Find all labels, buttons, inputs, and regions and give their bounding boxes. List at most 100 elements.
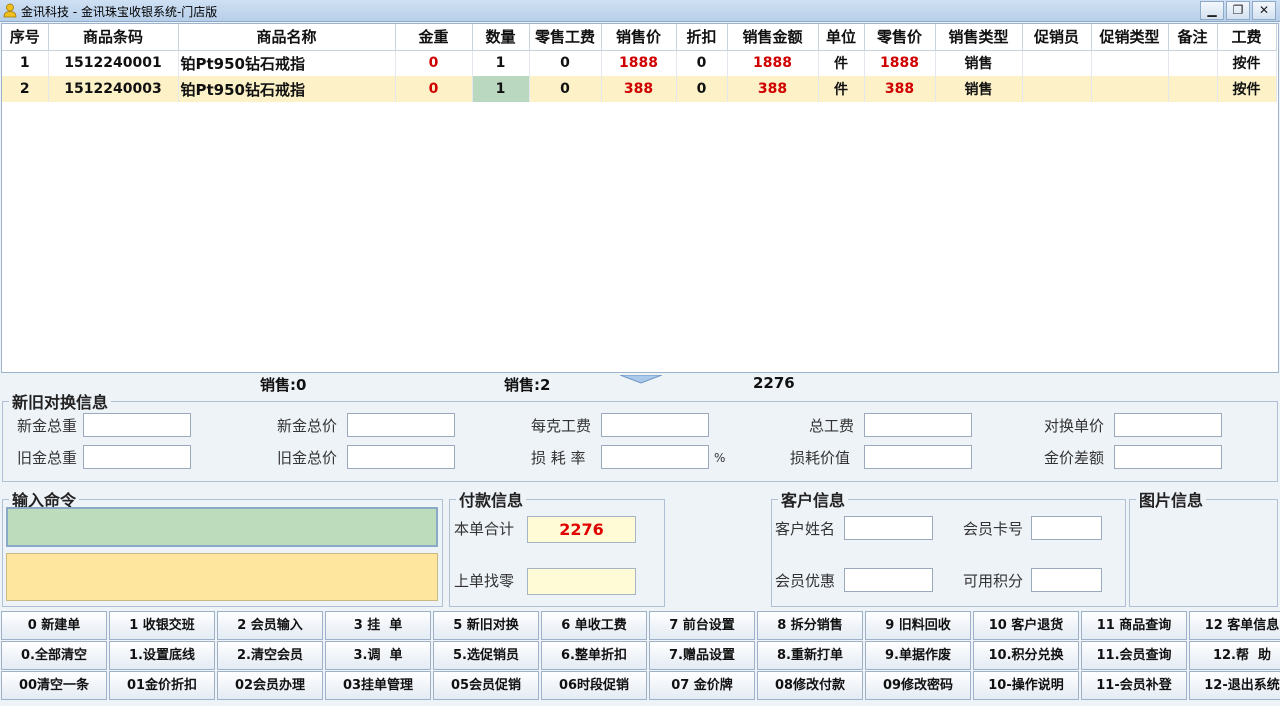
command-message-area[interactable] bbox=[6, 553, 438, 601]
table-cell[interactable]: 0 bbox=[676, 50, 728, 76]
table-row[interactable]: 2 1512240003 铂Pt950钻石戒指 0 1 0 388 0 388 件 388 销售 按件 bbox=[2, 76, 1277, 102]
sales-grid[interactable]: 序号 商品条码 商品名称 金重 数量 零售工费 销售价 折扣 销售金额 单位 零售价 销售类型 促销员促… bbox=[1, 23, 1279, 373]
table-cell[interactable]: 388 bbox=[727, 76, 819, 102]
restore-button[interactable]: ❐ bbox=[1226, 1, 1250, 20]
function-button[interactable]: 11.会员查询 bbox=[1081, 641, 1187, 670]
old-price-field[interactable] bbox=[347, 445, 455, 469]
column-header[interactable]: 商品名称 bbox=[178, 24, 396, 51]
function-button[interactable]: 5 新旧对换 bbox=[433, 611, 539, 640]
function-button[interactable]: 8.重新打单 bbox=[757, 641, 863, 670]
function-button[interactable]: 07 金价牌 bbox=[649, 671, 755, 700]
table-cell[interactable]: 按件 bbox=[1217, 76, 1277, 102]
table-cell[interactable] bbox=[1168, 50, 1218, 76]
new-price-field[interactable] bbox=[347, 413, 455, 437]
table-cell[interactable] bbox=[1022, 76, 1092, 102]
function-button[interactable]: 01金价折扣 bbox=[109, 671, 215, 700]
column-header[interactable]: 销售价 bbox=[601, 24, 677, 51]
column-header[interactable]: 零售价 bbox=[864, 24, 936, 51]
table-cell[interactable]: 按件 bbox=[1217, 50, 1277, 76]
function-button[interactable]: 0.全部清空 bbox=[1, 641, 107, 670]
table-cell[interactable] bbox=[1022, 50, 1092, 76]
minimize-button[interactable]: ▁ bbox=[1200, 1, 1224, 20]
table-cell[interactable]: 1512240003 bbox=[48, 76, 179, 102]
column-header[interactable]: 折扣 bbox=[676, 24, 728, 51]
function-button[interactable]: 10 客户退货 bbox=[973, 611, 1079, 640]
function-button[interactable]: 3.调 单 bbox=[325, 641, 431, 670]
table-cell[interactable]: 1888 bbox=[727, 50, 819, 76]
loss-rate-field[interactable] bbox=[601, 445, 709, 469]
function-button[interactable]: 1 收银交班 bbox=[109, 611, 215, 640]
function-button[interactable]: 02会员办理 bbox=[217, 671, 323, 700]
table-cell[interactable] bbox=[1168, 76, 1218, 102]
column-header[interactable]: 金重 bbox=[395, 24, 473, 51]
function-button[interactable]: 06时段促销 bbox=[541, 671, 647, 700]
column-header[interactable]: 销售金额 bbox=[727, 24, 819, 51]
table-cell[interactable]: 1888 bbox=[601, 50, 677, 76]
function-button[interactable]: 5.选促销员 bbox=[433, 641, 539, 670]
function-button[interactable]: 3 挂 单 bbox=[325, 611, 431, 640]
function-button[interactable]: 7 前台设置 bbox=[649, 611, 755, 640]
function-button[interactable]: 08修改付款 bbox=[757, 671, 863, 700]
member-card-field[interactable] bbox=[1031, 516, 1102, 540]
table-cell[interactable]: 1 bbox=[472, 76, 530, 102]
function-button[interactable]: 2 会员输入 bbox=[217, 611, 323, 640]
function-button[interactable]: 8 拆分销售 bbox=[757, 611, 863, 640]
column-header[interactable]: 促销员 bbox=[1022, 24, 1092, 51]
column-header[interactable]: 数量 bbox=[472, 24, 530, 51]
member-discount-field[interactable] bbox=[844, 568, 933, 592]
table-cell[interactable] bbox=[1091, 76, 1169, 102]
loss-value-field[interactable] bbox=[864, 445, 972, 469]
table-cell[interactable]: 1 bbox=[472, 50, 530, 76]
column-header[interactable]: 零售工费 bbox=[529, 24, 602, 51]
table-cell[interactable]: 1888 bbox=[864, 50, 936, 76]
old-weight-field[interactable] bbox=[83, 445, 191, 469]
command-input[interactable] bbox=[6, 507, 438, 547]
function-button[interactable]: 11-会员补登 bbox=[1081, 671, 1187, 700]
per-gram-fee-field[interactable] bbox=[601, 413, 709, 437]
customer-name-field[interactable] bbox=[844, 516, 933, 540]
table-cell[interactable]: 0 bbox=[529, 76, 602, 102]
table-cell[interactable]: 件 bbox=[818, 50, 865, 76]
table-cell[interactable]: 铂Pt950钻石戒指 bbox=[178, 50, 396, 76]
function-button[interactable]: 03挂单管理 bbox=[325, 671, 431, 700]
exchange-unit-price-field[interactable] bbox=[1114, 413, 1222, 437]
column-header[interactable]: 促销类型 bbox=[1091, 24, 1169, 51]
function-button[interactable]: 0 新建单 bbox=[1, 611, 107, 640]
table-row[interactable]: 1 1512240001 铂Pt950钻石戒指 0 1 0 1888 0 1888 件 1888 销售… bbox=[2, 50, 1277, 76]
table-cell[interactable]: 0 bbox=[676, 76, 728, 102]
table-cell[interactable]: 0 bbox=[395, 50, 473, 76]
function-button[interactable]: 00清空一条 bbox=[1, 671, 107, 700]
close-button[interactable]: ✕ bbox=[1252, 1, 1276, 20]
function-button[interactable]: 6 单收工费 bbox=[541, 611, 647, 640]
table-cell[interactable]: 0 bbox=[529, 50, 602, 76]
table-cell[interactable]: 1512240001 bbox=[48, 50, 179, 76]
column-header[interactable]: 销售类型 bbox=[935, 24, 1023, 51]
new-weight-field[interactable] bbox=[83, 413, 191, 437]
function-button[interactable]: 9 旧料回收 bbox=[865, 611, 971, 640]
function-button[interactable]: 7.赠品设置 bbox=[649, 641, 755, 670]
function-button[interactable]: 09修改密码 bbox=[865, 671, 971, 700]
table-cell[interactable]: 销售 bbox=[935, 50, 1023, 76]
table-cell[interactable]: 388 bbox=[601, 76, 677, 102]
column-header[interactable]: 备注 bbox=[1168, 24, 1218, 51]
table-cell[interactable]: 销售 bbox=[935, 76, 1023, 102]
table-cell[interactable]: 388 bbox=[864, 76, 936, 102]
available-points-field[interactable] bbox=[1031, 568, 1102, 592]
function-button[interactable]: 10.积分兑换 bbox=[973, 641, 1079, 670]
function-button[interactable]: 1.设置底线 bbox=[109, 641, 215, 670]
table-cell[interactable] bbox=[1091, 50, 1169, 76]
table-cell[interactable]: 0 bbox=[395, 76, 473, 102]
gold-diff-field[interactable] bbox=[1114, 445, 1222, 469]
function-button[interactable]: 12.帮 助 bbox=[1189, 641, 1280, 670]
function-button[interactable]: 6.整单折扣 bbox=[541, 641, 647, 670]
collapse-arrow-icon[interactable] bbox=[620, 375, 662, 384]
column-header[interactable]: 工费 bbox=[1217, 24, 1277, 51]
total-fee-field[interactable] bbox=[864, 413, 972, 437]
table-cell[interactable]: 件 bbox=[818, 76, 865, 102]
function-button[interactable]: 05会员促销 bbox=[433, 671, 539, 700]
table-cell[interactable]: 铂Pt950钻石戒指 bbox=[178, 76, 396, 102]
column-header[interactable]: 序号 bbox=[2, 24, 49, 51]
table-cell[interactable]: 2 bbox=[2, 76, 49, 102]
function-button[interactable]: 2.清空会员 bbox=[217, 641, 323, 670]
function-button[interactable]: 12 客单信息 bbox=[1189, 611, 1280, 640]
